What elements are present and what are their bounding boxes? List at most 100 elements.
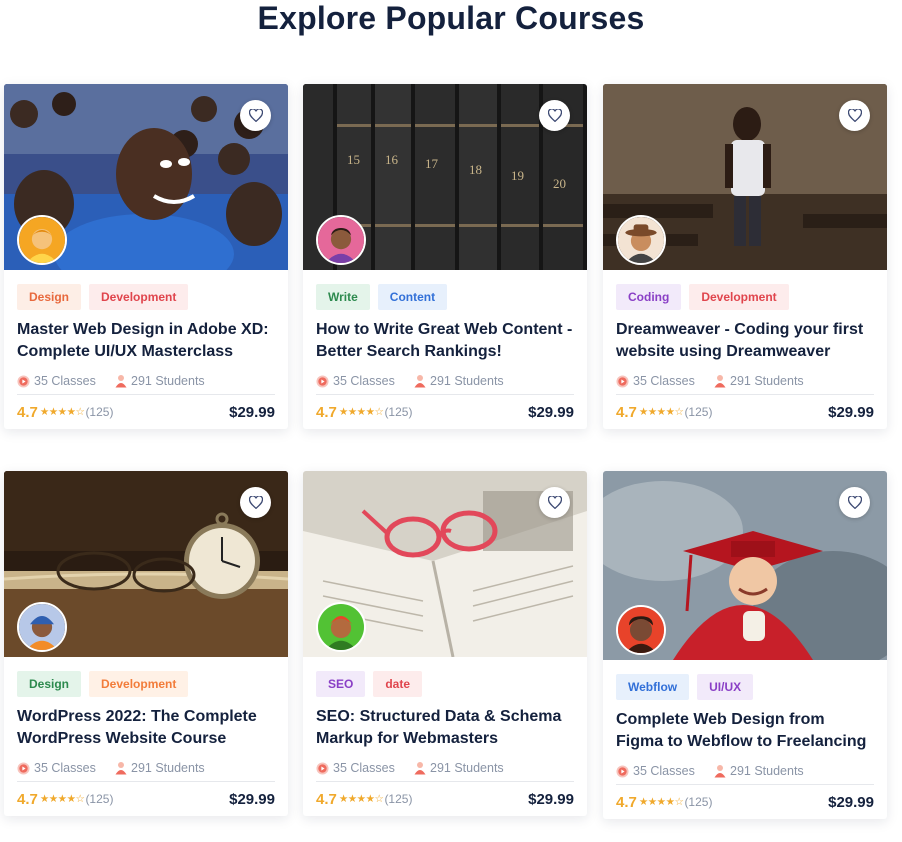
- students-count: 291 Students: [714, 374, 804, 388]
- rating: 4.7 ★★★★☆ (125): [17, 403, 114, 421]
- play-icon: [17, 761, 30, 775]
- course-thumbnail[interactable]: [4, 471, 288, 657]
- tag[interactable]: Webflow: [616, 674, 690, 700]
- user-icon: [115, 375, 127, 388]
- tag[interactable]: Coding: [616, 284, 682, 310]
- heart-icon: [547, 496, 562, 509]
- svg-text:15: 15: [347, 152, 360, 167]
- course-card[interactable]: Design Development WordPress 2022: The C…: [4, 471, 288, 816]
- course-title[interactable]: How to Write Great Web Content - Better …: [316, 319, 574, 363]
- course-title[interactable]: SEO: Structured Data & Schema Markup for…: [316, 706, 574, 750]
- favorite-button[interactable]: [240, 100, 271, 131]
- classes-count: 35 Classes: [316, 374, 414, 388]
- favorite-button[interactable]: [539, 487, 570, 518]
- favorite-button[interactable]: [539, 100, 570, 131]
- course-card[interactable]: Webflow UI/UX Complete Web Design from F…: [603, 471, 887, 819]
- students-count: 291 Students: [714, 764, 804, 778]
- course-title[interactable]: Complete Web Design from Figma to Webflo…: [616, 709, 874, 753]
- tag[interactable]: Design: [17, 671, 82, 697]
- classes-count: 35 Classes: [17, 761, 115, 775]
- rating: 4.7 ★★★★☆ (125): [17, 790, 114, 808]
- price: $29.99: [528, 403, 574, 421]
- svg-text:16: 16: [385, 152, 399, 167]
- course-tags: Design Development: [17, 671, 275, 697]
- course-title[interactable]: WordPress 2022: The Complete WordPress W…: [17, 706, 275, 750]
- course-thumbnail[interactable]: [603, 84, 887, 270]
- tag[interactable]: Development: [689, 284, 789, 310]
- course-title[interactable]: Master Web Design in Adobe XD: Complete …: [17, 319, 275, 363]
- course-card[interactable]: SEO date SEO: Structured Data & Schema M…: [303, 471, 587, 816]
- play-icon: [316, 374, 329, 388]
- classes-count: 35 Classes: [17, 374, 115, 388]
- course-tags: SEO date: [316, 671, 574, 697]
- course-title[interactable]: Dreamweaver - Coding your first website …: [616, 319, 874, 363]
- tag[interactable]: date: [373, 671, 423, 697]
- svg-text:18: 18: [469, 162, 482, 177]
- heart-icon: [847, 109, 862, 122]
- students-count: 291 Students: [414, 761, 504, 775]
- tag[interactable]: UI/UX: [697, 674, 754, 700]
- tag[interactable]: SEO: [316, 671, 366, 697]
- instructor-avatar[interactable]: [616, 215, 666, 265]
- course-thumbnail[interactable]: [4, 84, 288, 270]
- user-icon: [714, 375, 726, 388]
- play-icon: [616, 374, 629, 388]
- heart-icon: [248, 109, 263, 122]
- heart-icon: [248, 496, 263, 509]
- star-rating-icons: ★★★★☆: [338, 793, 384, 805]
- svg-text:19: 19: [511, 168, 524, 183]
- rating: 4.7 ★★★★☆ (125): [616, 403, 713, 421]
- instructor-avatar[interactable]: [316, 215, 366, 265]
- course-thumbnail[interactable]: [603, 471, 887, 660]
- price: $29.99: [528, 790, 574, 808]
- heart-icon: [547, 109, 562, 122]
- tag[interactable]: Design: [17, 284, 82, 310]
- tag[interactable]: Development: [89, 284, 189, 310]
- price: $29.99: [828, 793, 874, 811]
- page-title: Explore Popular Courses: [257, 0, 645, 36]
- course-card[interactable]: Coding Development Dreamweaver - Coding …: [603, 84, 887, 429]
- play-icon: [616, 764, 629, 778]
- user-icon: [414, 762, 426, 775]
- star-rating-icons: ★★★★☆: [338, 406, 384, 418]
- play-icon: [17, 374, 30, 388]
- star-rating-icons: ★★★★☆: [39, 406, 85, 418]
- user-icon: [714, 765, 726, 778]
- user-icon: [115, 762, 127, 775]
- tag[interactable]: Development: [89, 671, 189, 697]
- instructor-avatar[interactable]: [17, 215, 67, 265]
- tag[interactable]: Write: [316, 284, 370, 310]
- classes-count: 35 Classes: [316, 761, 414, 775]
- rating: 4.7 ★★★★☆ (125): [616, 793, 713, 811]
- star-rating-icons: ★★★★☆: [638, 796, 684, 808]
- instructor-avatar[interactable]: [17, 602, 67, 652]
- instructor-avatar[interactable]: [316, 602, 366, 652]
- students-count: 291 Students: [115, 761, 205, 775]
- star-rating-icons: ★★★★☆: [638, 406, 684, 418]
- instructor-avatar[interactable]: [616, 605, 666, 655]
- tag[interactable]: Content: [377, 284, 448, 310]
- rating: 4.7 ★★★★☆ (125): [316, 790, 413, 808]
- play-icon: [316, 761, 329, 775]
- price: $29.99: [229, 790, 275, 808]
- course-card[interactable]: Design Development Master Web Design in …: [4, 84, 288, 429]
- classes-count: 35 Classes: [616, 374, 714, 388]
- course-tags: Design Development: [17, 284, 275, 310]
- favorite-button[interactable]: [839, 487, 870, 518]
- students-count: 291 Students: [115, 374, 205, 388]
- favorite-button[interactable]: [240, 487, 271, 518]
- price: $29.99: [828, 403, 874, 421]
- course-tags: Coding Development: [616, 284, 874, 310]
- price: $29.99: [229, 403, 275, 421]
- students-count: 291 Students: [414, 374, 504, 388]
- course-tags: Webflow UI/UX: [616, 674, 874, 700]
- course-thumbnail[interactable]: [303, 471, 587, 657]
- classes-count: 35 Classes: [616, 764, 714, 778]
- course-card[interactable]: 15 16 17 18 19 20 Write Content How to Write …: [303, 84, 587, 429]
- svg-text:20: 20: [553, 176, 566, 191]
- favorite-button[interactable]: [839, 100, 870, 131]
- rating: 4.7 ★★★★☆ (125): [316, 403, 413, 421]
- svg-text:17: 17: [425, 156, 439, 171]
- star-rating-icons: ★★★★☆: [39, 793, 85, 805]
- course-thumbnail[interactable]: 15 16 17 18 19 20: [303, 84, 587, 270]
